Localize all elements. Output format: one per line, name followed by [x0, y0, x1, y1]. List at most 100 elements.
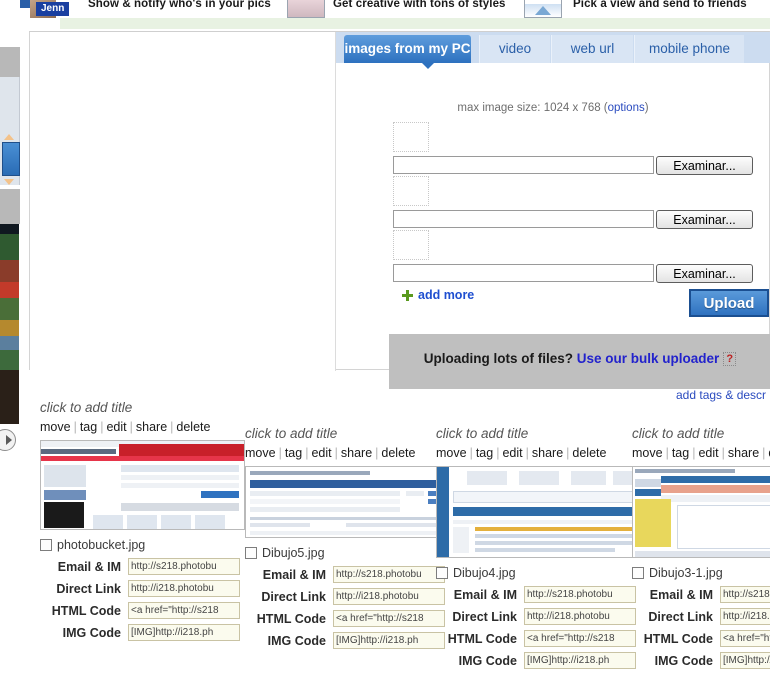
card-3-select-checkbox[interactable]	[632, 567, 644, 579]
upload-button[interactable]: Upload	[689, 289, 769, 317]
rail-gray-block-top	[0, 47, 20, 77]
tab-video[interactable]: video	[479, 35, 550, 63]
card-3-action-share[interactable]: share	[728, 446, 759, 460]
card-1-input-html[interactable]: <a href="http://s218	[333, 610, 445, 627]
add-more-link[interactable]: add more	[336, 288, 474, 302]
card-2-action-edit[interactable]: edit	[502, 446, 522, 460]
card-2-action-move[interactable]: move	[436, 446, 467, 460]
browse-button-1[interactable]: Examinar...	[656, 210, 753, 229]
card-1-label-direct: Direct Link	[261, 589, 326, 604]
card-2-input-direct[interactable]: http://i218.photobu	[524, 608, 636, 625]
promo-item-0[interactable]: Show & notify who's in your pics	[88, 0, 271, 18]
rail-blue-button[interactable]	[2, 142, 20, 176]
card-1-action-share[interactable]: share	[341, 446, 372, 460]
card-1-link-row-html: HTML Code <a href="http://s218	[245, 610, 450, 627]
card-2-select-checkbox[interactable]	[436, 567, 448, 579]
card-1-file-line: Dibujo5.jpg	[245, 546, 450, 560]
file-path-input-2[interactable]	[393, 264, 654, 282]
promo-item-1[interactable]: Get creative with tons of styles	[333, 0, 506, 18]
bulk-uploader-link[interactable]: Use our bulk uploader	[577, 351, 720, 366]
card-3-action-edit[interactable]: edit	[698, 446, 718, 460]
card-0-select-checkbox[interactable]	[40, 539, 52, 551]
card-0-link-row-email: Email & IM http://s218.photobu	[40, 558, 245, 575]
card-3-action-move[interactable]: move	[632, 446, 663, 460]
file-drop-zone-1[interactable]	[393, 176, 429, 206]
upload-panel-left-blank	[30, 32, 335, 371]
media-card-3: click to add title move | tag | edit | share | d…	[632, 400, 770, 673]
sep: |	[170, 420, 174, 434]
card-3-input-html[interactable]: <a href="http://	[720, 630, 770, 647]
card-2-input-img[interactable]: [IMG]http://i218.ph	[524, 652, 636, 669]
card-2-filename: Dibujo4.jpg	[453, 566, 516, 580]
card-1-action-tag[interactable]: tag	[285, 446, 302, 460]
sep: |	[496, 446, 500, 460]
card-1-input-email[interactable]: http://s218.photobu	[333, 566, 445, 583]
card-3-input-direct[interactable]: http://i218.pho	[720, 608, 770, 625]
card-1-title[interactable]: click to add title	[245, 426, 450, 441]
card-2-title[interactable]: click to add title	[436, 426, 641, 441]
card-3-input-email[interactable]: http://s218.pho	[720, 586, 770, 603]
card-2-label-html: HTML Code	[447, 631, 517, 646]
file-path-input-0[interactable]	[393, 156, 654, 174]
card-1-input-direct[interactable]: http://i218.photobu	[333, 588, 445, 605]
card-0-input-html[interactable]: <a href="http://s218	[128, 602, 240, 619]
file-drop-zone-0[interactable]	[393, 122, 429, 152]
card-0-thumbnail[interactable]	[40, 440, 245, 530]
tab-web-url[interactable]: web url	[551, 35, 633, 63]
card-1-input-img[interactable]: [IMG]http://i218.ph	[333, 632, 445, 649]
browse-button-2[interactable]: Examinar...	[656, 264, 753, 283]
card-1-link-row-email: Email & IM http://s218.photobu	[245, 566, 450, 583]
file-path-input-1[interactable]	[393, 210, 654, 228]
card-0-filename: photobucket.jpg	[57, 538, 146, 552]
card-1-label-img: IMG Code	[267, 633, 326, 648]
sep: |	[334, 446, 338, 460]
card-2-label-direct: Direct Link	[452, 609, 517, 624]
browse-button-0[interactable]: Examinar...	[656, 156, 753, 175]
rail-photo-strip[interactable]	[0, 224, 19, 424]
card-0-action-share[interactable]: share	[136, 420, 167, 434]
sep: |	[375, 446, 379, 460]
card-0-action-move[interactable]: move	[40, 420, 71, 434]
card-3-label-email: Email & IM	[649, 587, 713, 602]
card-3-input-img[interactable]: [IMG]http://i21	[720, 652, 770, 669]
card-0-label-img: IMG Code	[62, 625, 121, 640]
card-0-input-email[interactable]: http://s218.photobu	[128, 558, 240, 575]
help-icon[interactable]: ?	[723, 352, 737, 366]
promo-banner: Jenn Show & notify who's in your pics Ge…	[0, 0, 770, 18]
promo-thumb-view	[524, 0, 562, 18]
file-drop-zone-2[interactable]	[393, 230, 429, 260]
tab-mobile-phone[interactable]: mobile phone	[634, 35, 744, 63]
card-0-action-edit[interactable]: edit	[106, 420, 126, 434]
arrow-up-icon	[4, 134, 14, 140]
card-0-title[interactable]: click to add title	[40, 400, 245, 415]
card-1-filename: Dibujo5.jpg	[262, 546, 325, 560]
card-3-thumbnail[interactable]	[632, 466, 770, 558]
card-2-action-share[interactable]: share	[532, 446, 563, 460]
tab-images-from-my-pc[interactable]: images from my PC	[344, 35, 471, 63]
card-1-action-edit[interactable]: edit	[311, 446, 331, 460]
promo-item-2[interactable]: Pick a view and send to friends	[573, 0, 747, 18]
card-1-action-delete[interactable]: delete	[381, 446, 415, 460]
card-3-action-tag[interactable]: tag	[672, 446, 689, 460]
card-2-action-tag[interactable]: tag	[476, 446, 493, 460]
active-tab-pointer-icon	[422, 63, 434, 69]
card-0-input-direct[interactable]: http://i218.photobu	[128, 580, 240, 597]
card-3-link-row-direct: Direct Link http://i218.pho	[632, 608, 770, 625]
card-1-select-checkbox[interactable]	[245, 547, 257, 559]
card-0-action-delete[interactable]: delete	[176, 420, 210, 434]
card-1-action-move[interactable]: move	[245, 446, 276, 460]
card-0-input-img[interactable]: [IMG]http://i218.ph	[128, 624, 240, 641]
sep: |	[305, 446, 309, 460]
card-3-link-row-email: Email & IM http://s218.pho	[632, 586, 770, 603]
card-3-title[interactable]: click to add title	[632, 426, 770, 441]
panel-divider	[335, 32, 336, 371]
card-2-link-row-html: HTML Code <a href="http://s218	[436, 630, 641, 647]
card-2-thumbnail[interactable]	[436, 466, 641, 558]
card-1-thumbnail[interactable]	[245, 466, 450, 538]
card-2-input-html[interactable]: <a href="http://s218	[524, 630, 636, 647]
card-3-filename: Dibujo3-1.jpg	[649, 566, 723, 580]
image-size-options-link[interactable]: options	[608, 102, 645, 114]
card-2-input-email[interactable]: http://s218.photobu	[524, 586, 636, 603]
card-2-action-delete[interactable]: delete	[572, 446, 606, 460]
card-0-action-tag[interactable]: tag	[80, 420, 97, 434]
